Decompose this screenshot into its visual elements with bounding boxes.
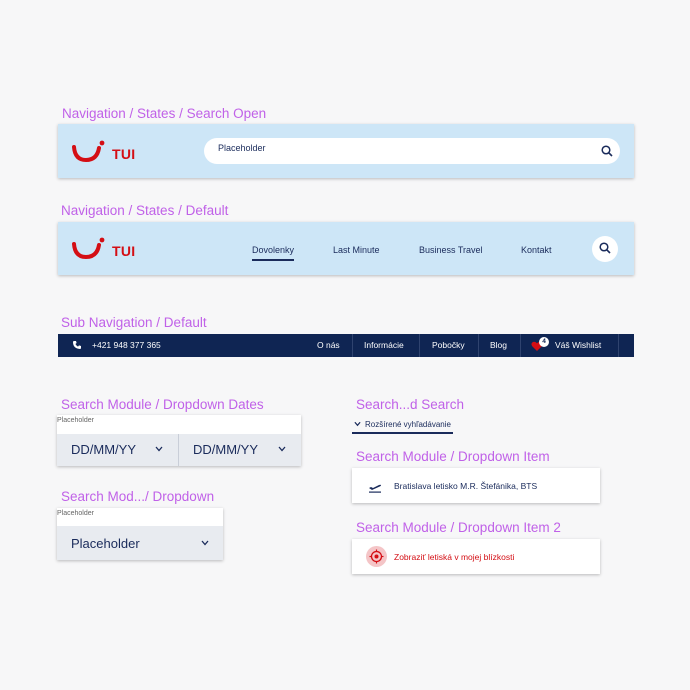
label-dropdown-dates: Search Module / Dropdown Dates xyxy=(61,397,264,412)
subnav-item-informacie[interactable]: Informácie xyxy=(364,334,404,357)
date-to-select[interactable]: DD/MM/YY xyxy=(179,434,301,466)
chevron-down-icon xyxy=(278,445,286,454)
phone-number: +421 948 377 365 xyxy=(92,340,161,350)
advanced-search-toggle[interactable]: Rozšírené vyhľadávanie xyxy=(352,416,453,434)
subnav-divider xyxy=(618,334,619,357)
wishlist-count-badge: 4 xyxy=(539,336,549,347)
nav-search-field[interactable] xyxy=(204,138,620,164)
heart-icon: 4 xyxy=(531,336,549,352)
chevron-down-icon xyxy=(354,421,361,427)
subnav-divider xyxy=(520,334,521,357)
tui-logo[interactable]: TUI xyxy=(72,140,135,162)
phone-link[interactable]: +421 948 377 365 xyxy=(72,340,161,350)
wishlist-label: Váš Wishlist xyxy=(555,340,602,350)
wishlist-link[interactable]: 4 Váš Wishlist xyxy=(531,334,601,357)
subnav-item-o-nas[interactable]: O nás xyxy=(317,334,340,357)
label-dropdown-item: Search Module / Dropdown Item xyxy=(356,449,550,464)
date-from-value: DD/MM/YY xyxy=(71,442,136,457)
dropdown-dates-header: Placeholder xyxy=(57,415,301,434)
advanced-search-label: Rozšírené vyhľadávanie xyxy=(365,419,451,429)
menu-item-last-minute[interactable]: Last Minute xyxy=(333,245,380,255)
dropdown-item[interactable]: Bratislava letisko M.R. Štefánika, BTS xyxy=(352,468,600,503)
label-sub-nav: Sub Navigation / Default xyxy=(61,315,207,330)
menu-item-dovolenky[interactable]: Dovolenky xyxy=(252,245,295,261)
search-icon[interactable] xyxy=(601,144,613,162)
tui-logo-text: TUI xyxy=(112,146,136,162)
label-dropdown-item-2: Search Module / Dropdown Item 2 xyxy=(356,520,561,535)
subnav-divider xyxy=(419,334,420,357)
date-to-value: DD/MM/YY xyxy=(193,442,258,457)
dropdown-header: Placeholder xyxy=(57,508,223,526)
subnav-item-blog[interactable]: Blog xyxy=(490,334,507,357)
menu-item-kontakt[interactable]: Kontakt xyxy=(521,245,552,255)
label-nav-default: Navigation / States / Default xyxy=(61,203,229,218)
nav-default: TUI Dovolenky Last Minute Business Trave… xyxy=(58,222,634,275)
dropdown-label: Placeholder xyxy=(57,510,94,517)
chevron-down-icon xyxy=(201,539,209,548)
tui-logo-text: TUI xyxy=(112,243,136,259)
dropdown: Placeholder Placeholder xyxy=(57,508,223,560)
dropdown-value: Placeholder xyxy=(71,536,140,551)
subnav-divider xyxy=(478,334,479,357)
search-icon xyxy=(599,242,611,254)
nav-search-open: TUI xyxy=(58,124,634,178)
menu-item-business-travel[interactable]: Business Travel xyxy=(419,245,483,255)
dropdown-item-2-text: Zobraziť letiská v mojej blízkosti xyxy=(394,552,515,562)
dropdown-item-text: Bratislava letisko M.R. Štefánika, BTS xyxy=(394,481,538,491)
label-nav-search-open: Navigation / States / Search Open xyxy=(62,106,267,121)
date-from-select[interactable]: DD/MM/YY xyxy=(57,434,178,466)
search-input[interactable] xyxy=(218,143,578,153)
plane-departure-icon xyxy=(368,480,382,498)
subnav-item-pobocky[interactable]: Pobočky xyxy=(432,334,465,357)
sub-navigation: +421 948 377 365 O nás Informácie Pobočk… xyxy=(58,334,634,357)
chevron-down-icon xyxy=(155,445,163,454)
dropdown-dates: Placeholder DD/MM/YY DD/MM/YY xyxy=(57,415,301,466)
label-advanced-search: Search...d Search xyxy=(356,397,465,412)
tui-smile-icon xyxy=(72,237,105,259)
search-button[interactable] xyxy=(592,236,618,262)
tui-logo[interactable]: TUI xyxy=(72,237,135,259)
dropdown-item-2[interactable]: Zobraziť letiská v mojej blízkosti xyxy=(352,539,600,574)
subnav-divider xyxy=(352,334,353,357)
location-target-icon xyxy=(366,546,387,567)
label-dropdown: Search Mod.../ Dropdown xyxy=(61,489,215,504)
phone-icon xyxy=(73,341,81,349)
tui-smile-icon xyxy=(72,140,105,162)
dropdown-select[interactable]: Placeholder xyxy=(57,526,223,560)
dropdown-dates-label: Placeholder xyxy=(57,417,94,424)
